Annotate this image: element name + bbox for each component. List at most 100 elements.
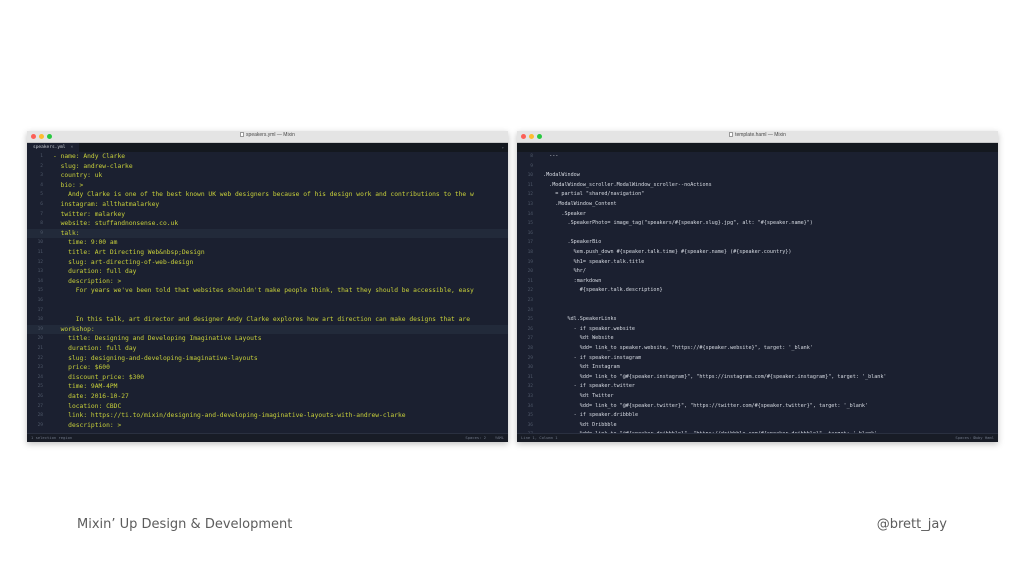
code-text: Andy Clarke is one of the best known UK …: [53, 191, 474, 199]
line-number: 33: [527, 394, 533, 399]
code-text: :markdown: [543, 277, 602, 284]
code-line[interactable]: 19 %h1= speaker.talk.title: [517, 258, 998, 268]
code-line[interactable]: 36 %dt Dribbble: [517, 421, 998, 431]
code-line[interactable]: 10 .ModalWindow: [517, 171, 998, 181]
line-number: 23: [37, 365, 43, 371]
code-line[interactable]: 7 twitter: malarkey: [27, 210, 508, 220]
tab-bar: speakers.yml × ▾: [27, 143, 508, 152]
code-text: slug: andrew-clarke: [53, 162, 133, 170]
code-line[interactable]: 29 - if speaker.instagram: [517, 354, 998, 364]
code-line[interactable]: 17: [27, 306, 508, 316]
code-line[interactable]: 17 .SpeakerBio: [517, 238, 998, 248]
code-line[interactable]: 5 Andy Clarke is one of the best known U…: [27, 190, 508, 200]
code-line[interactable]: 8 ---: [517, 152, 998, 162]
code-line[interactable]: 23 price: $600: [27, 363, 508, 373]
code-line[interactable]: 22 slug: designing-and-developing-imagin…: [27, 354, 508, 364]
code-line[interactable]: 12 = partial "shared/navigation": [517, 190, 998, 200]
code-line[interactable]: 18 In this talk, art director and design…: [27, 315, 508, 325]
code-line[interactable]: 26 date: 2016-10-27: [27, 392, 508, 402]
code-text: %dt Twitter: [543, 393, 614, 399]
tab-overflow-icon[interactable]: ▾: [502, 143, 504, 152]
code-text: workshop:: [53, 325, 95, 333]
code-line[interactable]: 8 website: stuffandnonsense.co.uk: [27, 219, 508, 229]
code-line[interactable]: 20 title: Designing and Developing Imagi…: [27, 334, 508, 344]
line-number: 8: [40, 221, 43, 227]
code-line[interactable]: 33 %dt Twitter: [517, 392, 998, 402]
code-text: %dt Instagram: [543, 364, 620, 371]
code-line[interactable]: 32 - if speaker.twitter: [517, 382, 998, 392]
line-number: 10: [37, 240, 43, 246]
code-text: website: stuffandnonsense.co.uk: [53, 220, 179, 228]
code-line[interactable]: 28 %dd= link_to speaker.website, "https:…: [517, 344, 998, 354]
code-line[interactable]: 26 - if speaker.website: [517, 325, 998, 335]
code-line[interactable]: 28 link: https://ti.to/mixin/designing-a…: [27, 411, 508, 421]
right-window-title: template.haml — Mixin: [517, 132, 998, 138]
code-line[interactable]: 19 workshop:: [27, 324, 508, 335]
code-line[interactable]: 35 - if speaker.dribbble: [517, 411, 998, 421]
code-line[interactable]: 16: [27, 296, 508, 306]
code-text: title: Designing and Developing Imaginat…: [53, 335, 262, 343]
line-number: 9: [40, 230, 43, 236]
code-line[interactable]: 12 slug: art-directing-of-web-design: [27, 258, 508, 268]
code-line[interactable]: 22 #{speaker.talk.description}: [517, 286, 998, 296]
code-line[interactable]: 30 %dt Instagram: [517, 363, 998, 373]
code-line[interactable]: 3 country: uk: [27, 171, 508, 181]
code-line[interactable]: 9 talk:: [27, 228, 508, 239]
code-line[interactable]: 15 .SpeakerPhoto= image_tag("speakers/#{…: [517, 219, 998, 229]
code-line[interactable]: 1 - name: Andy Clarke: [27, 152, 508, 162]
code-line[interactable]: 4 bio: >: [27, 181, 508, 191]
code-line[interactable]: 6 instagram: allthatmalarkey: [27, 200, 508, 210]
code-text: .ModalWindow_scroller.ModalWindow_scroll…: [543, 181, 712, 188]
code-line[interactable]: 25 %dl.SpeakerLinks: [517, 315, 998, 325]
code-line[interactable]: 29 description: >: [27, 421, 508, 431]
code-line[interactable]: 21 :markdown: [517, 277, 998, 287]
footer-presentation-title: Mixin’ Up Design & Development: [77, 517, 293, 532]
code-line[interactable]: 11 title: Art Directing Web&nbsp;Design: [27, 248, 508, 258]
code-line[interactable]: 13 .ModalWindow_Content: [517, 200, 998, 210]
tab-bar: [517, 143, 998, 152]
code-line[interactable]: 13 duration: full day: [27, 267, 508, 277]
code-line[interactable]: 31 %dd= link_to "@#{speaker.instagram}",…: [517, 373, 998, 383]
code-line[interactable]: 27 location: CBDC: [27, 402, 508, 412]
code-line[interactable]: 24: [517, 306, 998, 316]
code-line[interactable]: 14 .Speaker: [517, 210, 998, 220]
code-line[interactable]: 16: [517, 229, 998, 239]
left-window-titlebar[interactable]: speakers.yml — Mixin: [27, 131, 508, 143]
code-line[interactable]: 14 description: >: [27, 277, 508, 287]
code-line[interactable]: 18 %em.push_down #{speaker.talk.time} #{…: [517, 248, 998, 258]
status-syntax[interactable]: YAML: [495, 434, 504, 442]
code-text: - if speaker.dribbble: [543, 412, 639, 419]
status-bar: 1 selection region Spaces: 2 YAML: [27, 433, 508, 442]
code-editor-haml[interactable]: 8 --- 9 10 .ModalWindow 11 .ModalWindow_scro…: [517, 152, 998, 434]
tab-label: speakers.yml: [33, 145, 66, 150]
code-line[interactable]: 9: [517, 162, 998, 172]
tab-speakers-yml[interactable]: speakers.yml ×: [27, 143, 80, 152]
code-line[interactable]: 34 %dd= link_to "@#{speaker.twitter}", "…: [517, 402, 998, 412]
code-line[interactable]: 25 time: 9AM-4PM: [27, 382, 508, 392]
code-text: bio: >: [53, 181, 84, 189]
status-syntax[interactable]: Ruby Haml: [973, 434, 994, 442]
line-number: 5: [40, 192, 43, 198]
code-line[interactable]: 21 duration: full day: [27, 344, 508, 354]
right-editor-window: template.haml — Mixin 8 --- 9 10 .ModalWind…: [517, 131, 998, 442]
line-number: 34: [527, 403, 533, 409]
line-number: 17: [527, 240, 533, 246]
code-line[interactable]: 23: [517, 296, 998, 306]
code-text: %dl.SpeakerLinks: [543, 316, 617, 323]
line-number: 29: [37, 422, 43, 428]
code-line[interactable]: 10 time: 9:00 am: [27, 238, 508, 248]
close-tab-icon[interactable]: ×: [71, 145, 74, 150]
code-line[interactable]: 15 For years we've been told that websit…: [27, 286, 508, 296]
code-line[interactable]: 24 discount_price: $300: [27, 373, 508, 383]
code-text: description: >: [53, 277, 122, 285]
code-line[interactable]: 2 slug: andrew-clarke: [27, 162, 508, 172]
code-text: %em.push_down #{speaker.talk.time} #{spe…: [543, 249, 792, 255]
status-indentation[interactable]: Spaces: 2: [465, 434, 486, 442]
code-line[interactable]: 20 %hr/: [517, 267, 998, 277]
line-number: 15: [37, 288, 43, 294]
right-window-titlebar[interactable]: template.haml — Mixin: [517, 131, 998, 143]
code-line[interactable]: 27 %dt Website: [517, 334, 998, 344]
code-line[interactable]: 11 .ModalWindow_scroller.ModalWindow_scr…: [517, 181, 998, 191]
code-text: slug: designing-and-developing-imaginati…: [53, 354, 258, 362]
code-editor-yaml[interactable]: 1 - name: Andy Clarke 2 slug: andrew-clark…: [27, 152, 508, 434]
